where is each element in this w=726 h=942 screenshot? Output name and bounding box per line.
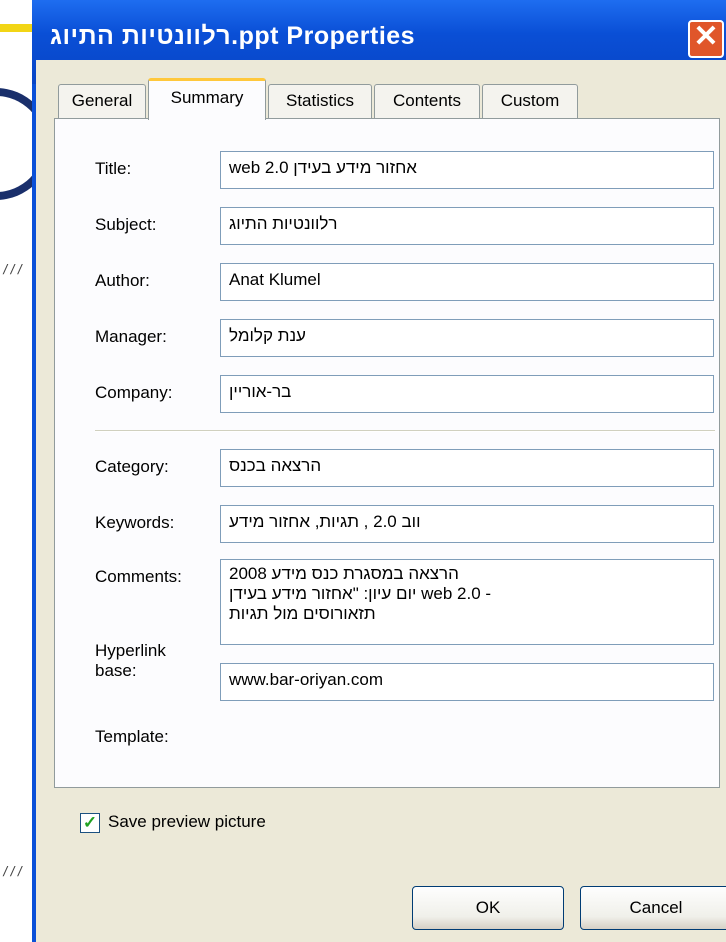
window-title: רלוונטיות התיוג.ppt Properties	[50, 22, 416, 50]
tab-label: Custom	[500, 91, 560, 110]
category-label: Category:	[95, 457, 169, 476]
tab-label: General	[71, 91, 133, 110]
background-hatch-mark: ///	[2, 864, 24, 878]
divider	[95, 430, 715, 432]
author-field[interactable]: Anat Klumel	[220, 263, 714, 301]
background-hatch-mark: ///	[2, 262, 24, 276]
save-preview-checkbox[interactable]: ✓	[80, 813, 100, 833]
comments-line: הרצאה במסגרת כנס מידע 2008	[229, 564, 459, 583]
hyperlink-base-field[interactable]: www.bar-oriyan.com	[220, 663, 714, 701]
tab-general[interactable]: General	[58, 84, 146, 118]
company-field[interactable]: בר-אוריין	[220, 375, 714, 413]
comments-field[interactable]: הרצאה במסגרת כנס מידע 2008 יום עיון: "אח…	[220, 559, 714, 645]
category-field[interactable]: הרצאה בכנס	[220, 449, 714, 487]
summary-panel: Title: אחזור מידע בעידן web 2.0 Subject:…	[54, 118, 720, 788]
save-preview-label[interactable]: Save preview picture	[108, 812, 266, 832]
comments-label: Comments:	[95, 567, 182, 586]
tab-contents[interactable]: Contents	[374, 84, 480, 118]
subject-label: Subject:	[95, 215, 157, 234]
cancel-button[interactable]: Cancel	[580, 886, 726, 930]
template-label: Template:	[95, 727, 169, 746]
title-label: Title:	[95, 159, 132, 178]
close-button[interactable]: ✕	[688, 20, 724, 58]
comments-line: תזאורוסים מול תגיות	[229, 604, 376, 623]
keywords-label: Keywords:	[95, 513, 175, 532]
hyperlink-base-label-line2: base:	[95, 661, 137, 680]
company-label: Company:	[95, 383, 173, 402]
background-slide-accent	[0, 24, 36, 32]
tab-label: Summary	[170, 88, 244, 107]
dialog-body: General Summary Statistics Contents Cust…	[36, 60, 726, 942]
checkmark-icon: ✓	[82, 813, 98, 832]
keywords-field[interactable]: ווב 2.0 , תגיות, אחזור מידע	[220, 505, 714, 543]
manager-field[interactable]: ענת קלומל	[220, 319, 714, 357]
tab-summary[interactable]: Summary	[148, 78, 266, 120]
author-label: Author:	[95, 271, 150, 290]
close-icon: ✕	[693, 20, 719, 53]
tab-label: Contents	[392, 91, 462, 110]
title-field[interactable]: אחזור מידע בעידן web 2.0	[220, 151, 714, 189]
manager-label: Manager:	[95, 327, 167, 346]
tab-custom[interactable]: Custom	[482, 84, 578, 118]
hyperlink-base-label-line1: Hyperlink	[95, 641, 166, 660]
ok-button[interactable]: OK	[412, 886, 564, 930]
properties-dialog: רלוונטיות התיוג.ppt Properties ✕ General…	[32, 0, 726, 942]
tab-statistics[interactable]: Statistics	[268, 84, 372, 118]
subject-field[interactable]: רלוונטיות התיוג	[220, 207, 714, 245]
comments-line: יום עיון: "אחזור מידע בעידן web 2.0 -	[229, 584, 492, 603]
tab-label: Statistics	[285, 91, 355, 110]
